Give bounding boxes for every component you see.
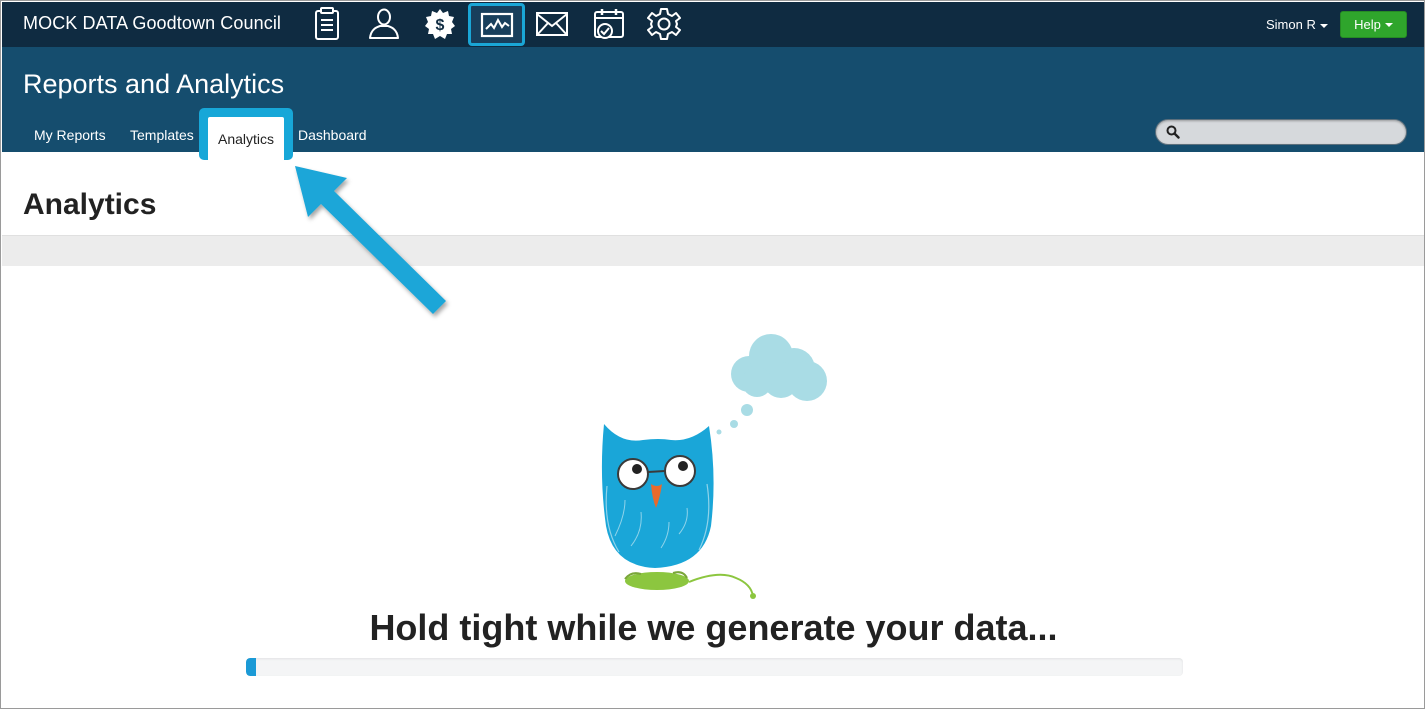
tab-analytics-highlight: Analytics (199, 108, 293, 161)
top-nav-bar: MOCK DATA Goodtown Council $ Simon R Hel… (2, 2, 1424, 47)
toolbar-strip (2, 235, 1424, 266)
tab-my-reports[interactable]: My Reports (34, 127, 106, 143)
progress-bar (246, 658, 1183, 676)
gear-icon[interactable] (644, 5, 684, 43)
annotation-arrow-icon (295, 166, 446, 314)
progress-bar-fill (246, 658, 257, 676)
help-button[interactable]: Help (1340, 11, 1407, 38)
mail-icon[interactable] (532, 5, 572, 43)
page-title: Analytics (23, 188, 157, 221)
dollar-badge-icon[interactable]: $ (420, 5, 460, 43)
chevron-down-icon (1319, 23, 1328, 28)
chevron-down-icon (1384, 22, 1393, 27)
help-label: Help (1354, 17, 1381, 32)
svg-text:$: $ (436, 17, 445, 34)
analytics-chart-icon[interactable] (468, 3, 525, 46)
search-input[interactable] (1155, 119, 1407, 145)
section-header: Reports and Analytics My Reports Templat… (2, 47, 1424, 161)
tab-analytics[interactable]: Analytics (208, 117, 284, 161)
person-icon[interactable] (364, 5, 404, 43)
org-name[interactable]: MOCK DATA Goodtown Council (23, 13, 281, 34)
owl-illustration-icon (601, 334, 827, 599)
tab-templates[interactable]: Templates (130, 127, 194, 143)
section-title: Reports and Analytics (23, 69, 285, 99)
calendar-check-icon[interactable] (589, 5, 629, 43)
search-icon (1166, 125, 1180, 139)
app-window: MOCK DATA Goodtown Council $ Simon R Hel… (0, 0, 1425, 709)
user-menu[interactable]: Simon R (1266, 17, 1328, 32)
loading-message: Hold tight while we generate your data..… (369, 607, 1058, 648)
notepad-icon[interactable] (307, 5, 347, 43)
user-name: Simon R (1266, 17, 1316, 32)
tab-dashboard[interactable]: Dashboard (298, 127, 367, 143)
